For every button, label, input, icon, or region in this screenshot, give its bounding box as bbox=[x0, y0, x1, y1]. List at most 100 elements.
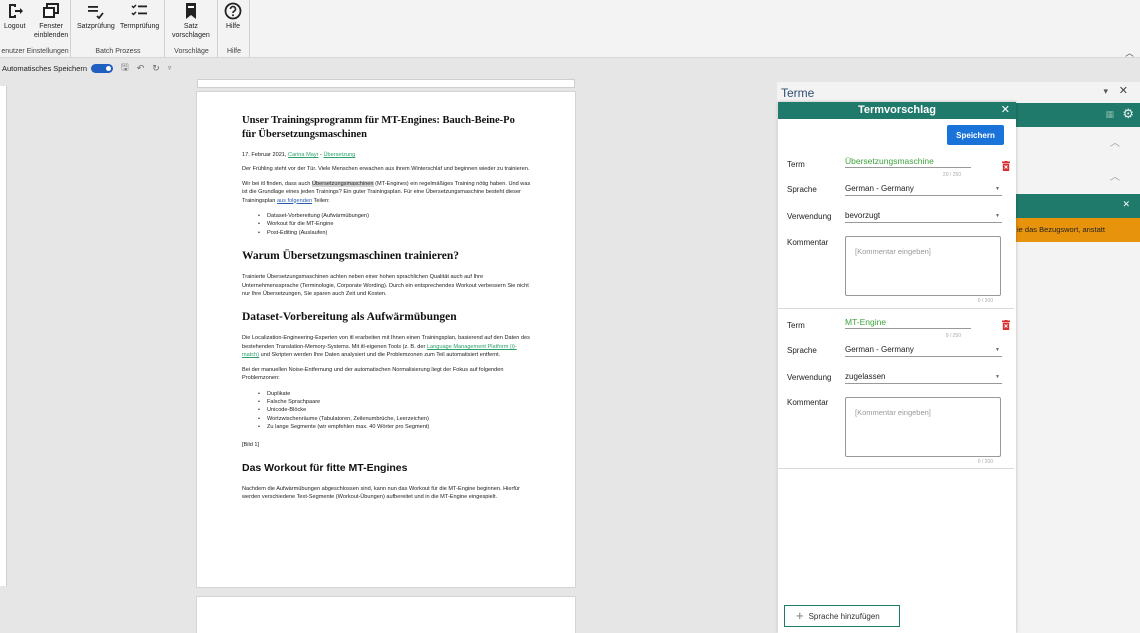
group-label-hilfe: Hilfe bbox=[226, 48, 241, 55]
list-training-plan: Dataset-Vorbereitung (Aufwärmübungen) Wo… bbox=[258, 212, 531, 238]
list-item: Unicode-Blöcke bbox=[258, 406, 531, 415]
collapse-ribbon-icon[interactable]: ︿ bbox=[1125, 46, 1134, 59]
aus-folgenden-marked[interactable]: aus folgenden bbox=[277, 198, 312, 204]
verwendung-label: Verwendung bbox=[787, 373, 832, 382]
autosave-label: Automatisches Speichern bbox=[2, 63, 88, 73]
logout-icon bbox=[8, 4, 23, 18]
group-vorschlaege: Satz vorschlagen Vorschläge bbox=[166, 0, 218, 58]
delete-term-icon[interactable] bbox=[1002, 161, 1010, 171]
document-page[interactable]: Unser Trainingsprogramm für MT-Engines: … bbox=[196, 91, 576, 588]
dialog-close-icon[interactable]: ✕ bbox=[1001, 103, 1010, 116]
category-link[interactable]: Übersetzung bbox=[323, 152, 355, 158]
finding-card-text: ie das Bezugswort, anstatt bbox=[1015, 218, 1140, 242]
divider bbox=[778, 308, 1014, 309]
kommentar-input[interactable]: [Kommentar eingeben] bbox=[845, 236, 1001, 296]
save-button[interactable]: Speichern bbox=[947, 125, 1004, 145]
terme-panel-title: Terme bbox=[781, 86, 815, 100]
add-language-button[interactable]: + Sprache hinzufügen bbox=[784, 605, 900, 627]
list-problemzonen: Duplikate Falsche Sprachpaare Unicode-Bl… bbox=[258, 390, 531, 432]
group-label-vorschlaege: Vorschläge bbox=[174, 48, 209, 55]
bookmark-icon bbox=[185, 3, 196, 19]
chevron-up-icon[interactable]: ︿ bbox=[1110, 168, 1120, 183]
finding-card-header: ✕ bbox=[1015, 194, 1140, 218]
sprache-label: Sprache bbox=[787, 346, 817, 355]
sprache-select[interactable]: German - Germany ▼ bbox=[845, 184, 1002, 196]
vertical-ruler[interactable] bbox=[0, 86, 7, 586]
customize-toolbar-icon[interactable]: ▿ bbox=[168, 64, 172, 72]
termpruefung-label: Termprüfung bbox=[120, 23, 160, 30]
term-input[interactable]: MT-Engine bbox=[845, 317, 971, 329]
panel-options-icon[interactable]: ▾ bbox=[1103, 86, 1108, 97]
list-item: Dataset-Vorbereitung (Aufwärmübungen) bbox=[258, 212, 531, 221]
chevron-down-icon: ▼ bbox=[995, 374, 1000, 380]
satz-vorschlagen-button[interactable]: Satz vorschlagen bbox=[172, 2, 210, 40]
satzpruefung-label: Satzprüfung bbox=[77, 23, 115, 30]
verwendung-label: Verwendung bbox=[787, 212, 832, 221]
termvorschlag-dialog: Termvorschlag ✕ Speichern Term Übersetzu… bbox=[778, 102, 1016, 633]
list-item: Falsche Sprachpaare bbox=[258, 398, 531, 407]
hilfe-button[interactable]: Hilfe bbox=[224, 2, 242, 31]
paragraph-4: Die Localization-Engineering-Experten vo… bbox=[242, 335, 530, 359]
delete-term-icon[interactable] bbox=[1002, 320, 1010, 330]
verwendung-select[interactable]: zugelassen ▼ bbox=[845, 372, 1002, 384]
gear-icon[interactable]: ⚙ bbox=[1122, 106, 1134, 122]
term-label: Term bbox=[787, 321, 805, 330]
paragraph-3: Trainierte Übersetzungsmaschinen achten … bbox=[242, 274, 529, 298]
list-item: Duplikate bbox=[258, 390, 531, 399]
sprache-select[interactable]: German - Germany ▼ bbox=[845, 345, 1002, 357]
author-link[interactable]: Carina Mayr bbox=[288, 152, 318, 158]
kommentar-input[interactable]: [Kommentar eingeben] bbox=[845, 397, 1001, 457]
hilfe-label: Hilfe bbox=[225, 23, 240, 30]
sprache-label: Sprache bbox=[787, 185, 817, 194]
quick-access-toolbar: Automatisches Speichern 🖫 ↶ ↻ ▿ bbox=[0, 59, 780, 77]
chevron-up-icon[interactable]: ︿ bbox=[1110, 134, 1120, 149]
term-char-count: 9 / 250 bbox=[945, 333, 961, 339]
logout-button[interactable]: Logout bbox=[4, 2, 25, 31]
term-input[interactable]: Übersetzungsmaschine bbox=[845, 156, 971, 168]
heading-workout: Das Workout für fitte MT-Engines bbox=[242, 461, 408, 474]
save-icon[interactable]: 🖫 bbox=[121, 60, 129, 76]
chevron-down-icon: ▼ bbox=[995, 213, 1000, 219]
paragraph-5: Bei der manuellen Noise-Entfernung und d… bbox=[242, 366, 504, 382]
termpruefung-button[interactable]: Termprüfung bbox=[120, 2, 159, 31]
window-icon bbox=[43, 3, 60, 18]
sentence-check-icon bbox=[87, 6, 104, 20]
grid-icon[interactable]: ▦ bbox=[1105, 109, 1114, 120]
satzpruefung-button[interactable]: Satzprüfung bbox=[77, 2, 115, 31]
panel-close-icon[interactable]: ✕ bbox=[1119, 84, 1128, 97]
list-item: Post-Editing (Auslaufen) bbox=[258, 229, 531, 238]
document-title: Unser Trainingsprogramm für MT-Engines: … bbox=[242, 115, 515, 140]
finding-card[interactable]: ✕ ie das Bezugswort, anstatt bbox=[1015, 194, 1140, 242]
dialog-title: Termvorschlag bbox=[857, 104, 937, 116]
fenster-einblenden-button[interactable]: Fenster einblenden bbox=[34, 2, 68, 40]
document-meta: 17. Februar 2021, Carina Mayr - Übersetz… bbox=[242, 152, 356, 158]
fenster-label: Fenster einblenden bbox=[34, 23, 69, 39]
group-batch-prozess: Satzprüfung Termprüfung Batch Prozess bbox=[72, 0, 165, 58]
finding-close-icon[interactable]: ✕ bbox=[1122, 199, 1130, 210]
horizontal-ruler[interactable] bbox=[197, 79, 575, 88]
paragraph-2: Wir bei itl finden, dass auch Übersetzun… bbox=[242, 180, 531, 204]
term-check-icon bbox=[131, 4, 147, 16]
chevron-down-icon: ▼ bbox=[995, 347, 1000, 353]
kommentar-label: Kommentar bbox=[787, 238, 829, 247]
paragraph-1: Der Frühling steht vor der Tür. Viele Me… bbox=[242, 166, 530, 173]
document-page-2[interactable] bbox=[196, 596, 576, 633]
heading-warum: Warum Übersetzungsmaschinen trainieren? bbox=[242, 250, 460, 263]
kommentar-label: Kommentar bbox=[787, 398, 829, 407]
group-label-benutzer: enutzer Einstellungen bbox=[1, 48, 69, 55]
undo-icon[interactable]: ↶ bbox=[137, 63, 145, 74]
list-item: Wortzwischenräume (Tabulatoren, Zeilenum… bbox=[258, 415, 531, 424]
paragraph-6: Nachdem die Aufwärmübungen abgeschlossen… bbox=[242, 485, 520, 501]
verwendung-select[interactable]: bevorzugt ▼ bbox=[845, 211, 1002, 223]
logout-label: Logout bbox=[4, 23, 26, 30]
plus-icon: + bbox=[796, 608, 804, 623]
panel-toolbar: ▦ ⚙ bbox=[1015, 103, 1140, 127]
term-label: Term bbox=[787, 160, 805, 169]
list-item: Zu lange Segmente (wir empfehlen max. 40… bbox=[258, 423, 531, 432]
redo-icon[interactable]: ↻ bbox=[152, 63, 160, 74]
satz-vorschlagen-label: Satz vorschlagen bbox=[172, 23, 210, 39]
list-item: Workout für die MT-Engine bbox=[258, 220, 531, 229]
comment-char-count: 0 / 200 bbox=[977, 298, 993, 304]
autosave-toggle[interactable] bbox=[91, 63, 114, 73]
highlighted-term[interactable]: Übersetzungsmaschinen bbox=[311, 180, 374, 187]
